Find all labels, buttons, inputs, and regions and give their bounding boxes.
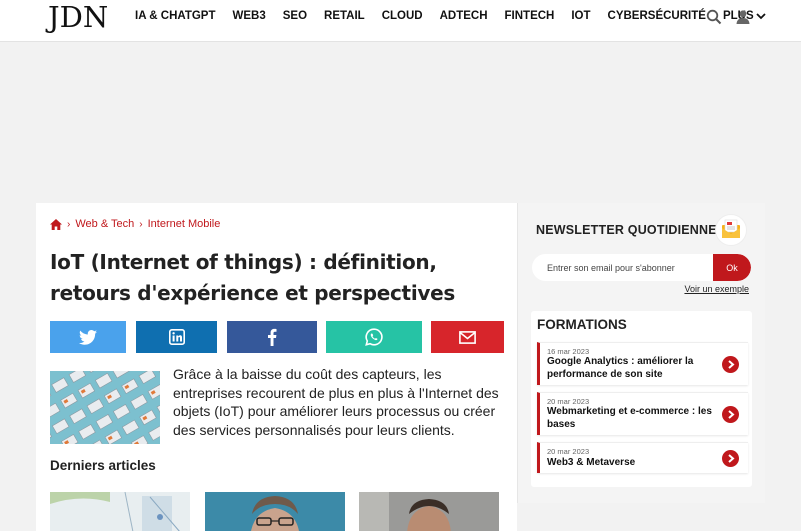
newsletter-submit-button[interactable]: Ok [713,254,751,281]
iot-devices-image [50,371,160,444]
formation-date: 20 mar 2023 [547,447,590,456]
chevron-down-icon [755,12,766,19]
formation-item[interactable]: 16 mar 2023 Google Analytics : améliorer… [537,342,748,385]
top-header: JDN IA & CHATGPT WEB3 SEO RETAIL CLOUD A… [0,0,801,42]
search-icon[interactable] [706,9,722,25]
share-twitter-button[interactable] [50,321,126,353]
breadcrumb-web-tech[interactable]: Web & Tech [75,218,134,230]
breadcrumb: › Web & Tech › Internet Mobile [50,218,220,230]
formation-name: Web3 & Metaverse [547,457,636,468]
linkedin-icon [168,329,185,345]
chevron-right-icon [722,406,739,423]
article-card: › Web & Tech › Internet Mobile IoT (Inte… [36,203,517,531]
chevron-right-icon [722,356,739,373]
newsletter-example-link[interactable]: Voir un exemple [684,284,749,294]
formation-name: Google Analytics : améliorer la performa… [547,356,694,380]
main-nav: IA & CHATGPT WEB3 SEO RETAIL CLOUD ADTEC… [135,10,783,22]
article-title: IoT (Internet of things) : définition, r… [50,250,455,305]
breadcrumb-separator: › [139,218,143,230]
nav-cybersecurite[interactable]: CYBERSÉCURITÉ [608,10,706,22]
twitter-icon [79,329,97,345]
formation-item[interactable]: 20 mar 2023 Web3 & Metaverse [537,442,748,473]
facebook-icon [268,328,277,346]
nav-adtech[interactable]: ADTECH [440,10,488,22]
formations-box: FORMATIONS 16 mar 2023 Google Analytics … [531,311,752,487]
article-thumbnail[interactable] [50,371,160,444]
share-whatsapp-button[interactable] [326,321,422,353]
map-photo-image [50,492,190,531]
jdn-logo[interactable]: JDN [48,0,108,34]
newsletter-title: NEWSLETTER QUOTIDIENNE [536,223,717,237]
share-linkedin-button[interactable] [136,321,217,353]
nav-retail[interactable]: RETAIL [324,10,365,22]
latest-article-image-1[interactable] [50,492,190,531]
newsletter-envelope-icon [715,214,747,246]
man-portrait-image [205,492,345,531]
user-icon[interactable] [735,9,751,25]
home-icon[interactable] [50,218,62,230]
formation-item[interactable]: 20 mar 2023 Webmarketing et e-commerce :… [537,392,748,435]
formation-name: Webmarketing et e-commerce : les bases [547,406,712,430]
share-facebook-button[interactable] [227,321,317,353]
latest-article-image-2[interactable] [205,492,345,531]
breadcrumb-internet-mobile[interactable]: Internet Mobile [148,218,221,230]
email-icon [459,330,476,344]
nav-ia-chatgpt[interactable]: IA & CHATGPT [135,10,216,22]
nav-iot[interactable]: IOT [571,10,590,22]
newsletter-email-input[interactable] [532,254,713,281]
breadcrumb-separator: › [67,218,71,230]
nav-fintech[interactable]: FINTECH [505,10,555,22]
formations-title: FORMATIONS [537,317,627,332]
nav-web3[interactable]: WEB3 [233,10,266,22]
share-email-button[interactable] [431,321,504,353]
man-portrait-image [359,492,499,531]
chevron-right-icon [722,450,739,467]
latest-article-image-3[interactable] [359,492,499,531]
sidebar: NEWSLETTER QUOTIDIENNE Ok Voir un exempl… [517,203,765,503]
whatsapp-icon [365,328,383,346]
newsletter-form: Ok [532,254,751,281]
nav-seo[interactable]: SEO [283,10,307,22]
latest-articles-heading: Derniers articles [50,458,156,473]
nav-cloud[interactable]: CLOUD [382,10,423,22]
article-lead: Grâce à la baisse du coût des capteurs, … [173,366,499,438]
